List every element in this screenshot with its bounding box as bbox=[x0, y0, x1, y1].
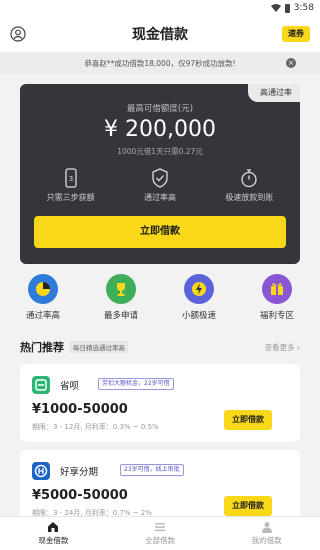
user-icon[interactable] bbox=[10, 26, 26, 42]
quick-link-label: 最多申请 bbox=[103, 311, 138, 321]
product-name: 好享分期 bbox=[60, 467, 99, 478]
quick-link-label: 小额极速 bbox=[181, 311, 216, 321]
home-icon bbox=[48, 522, 59, 532]
battery-icon bbox=[284, 3, 290, 13]
page-title: 现金借款 bbox=[132, 27, 188, 43]
title-bar: 现金借款 速券 bbox=[0, 16, 320, 52]
gift-icon bbox=[262, 274, 292, 304]
tab-cash-loan[interactable]: 现金借款 bbox=[13, 517, 93, 550]
trophy-icon bbox=[106, 274, 136, 304]
quick-link-most-applied[interactable]: 最多申请 bbox=[86, 274, 156, 326]
product-logo bbox=[32, 462, 50, 480]
feature-label: 极速放款到账 bbox=[225, 193, 274, 202]
svg-text:3: 3 bbox=[68, 175, 72, 183]
tab-label: 全部借款 bbox=[144, 536, 175, 545]
hot-recommend-header: 热门推荐 每日精选通过率高 查看更多 › bbox=[20, 339, 300, 355]
notice-text: 恭喜赵**成功借款18,000，仅97秒成功放款! bbox=[84, 58, 236, 68]
quick-link-small-fast[interactable]: 小额极速 bbox=[164, 274, 234, 326]
product-borrow-button[interactable]: 立即借款 bbox=[224, 496, 272, 516]
feature-label: 通过率高 bbox=[143, 193, 176, 202]
status-bar: 3:58 bbox=[0, 0, 320, 16]
shield-check-icon bbox=[152, 168, 168, 188]
feature-item: 极速放款到账 bbox=[209, 168, 289, 203]
product-range: ¥1000-50000 bbox=[32, 402, 128, 417]
feature-item: 通过率高 bbox=[120, 168, 200, 203]
tab-label: 现金借款 bbox=[38, 536, 69, 545]
tab-all-loans[interactable]: 全部借款 bbox=[120, 517, 200, 550]
stopwatch-icon bbox=[241, 169, 257, 188]
section-title: 热门推荐 bbox=[20, 341, 64, 354]
lightning-icon bbox=[184, 274, 214, 304]
approval-badge: 高通过率 bbox=[248, 84, 300, 102]
credit-card: 高通过率 最高可借额度(元) ¥ 200,000 1000元借1天只需0.27元… bbox=[20, 84, 300, 264]
product-logo bbox=[32, 376, 50, 394]
bottom-tab-bar: 现金借款 全部借款 我的借款 bbox=[0, 516, 320, 550]
phone-icon: 3 bbox=[65, 168, 77, 188]
amount-label: 最高可借额度(元) bbox=[126, 104, 194, 114]
list-icon bbox=[154, 523, 165, 532]
tab-my-loans[interactable]: 我的借款 bbox=[227, 517, 307, 550]
gauge-icon bbox=[28, 274, 58, 304]
product-tag: 23岁可借，线上审批 bbox=[120, 464, 184, 476]
product-card[interactable]: 省呗 劳扣大额机金，22岁可借 ¥1000-50000 期限：3 - 12月, … bbox=[20, 364, 300, 442]
amount-value: ¥ 200,000 bbox=[104, 117, 216, 142]
wifi-icon bbox=[270, 4, 281, 12]
quick-link-label: 福利专区 bbox=[259, 311, 294, 321]
close-icon[interactable]: × bbox=[286, 58, 296, 68]
quick-links: 通过率高 最多申请 小额极速 福利专区 bbox=[0, 274, 320, 326]
feature-item: 3 只需三步获额 bbox=[31, 168, 111, 203]
borrow-now-button[interactable]: 立即借款 bbox=[34, 216, 286, 248]
notice-bar: 恭喜赵**成功借款18,000，仅97秒成功放款! × bbox=[0, 52, 320, 74]
tab-label: 我的借款 bbox=[251, 536, 282, 545]
product-range: ¥5000-50000 bbox=[32, 488, 128, 503]
status-time: 3:58 bbox=[293, 3, 314, 13]
feature-list: 3 只需三步获额 通过率高 极速放款到账 bbox=[20, 168, 300, 203]
person-icon bbox=[261, 522, 272, 533]
feature-label: 只需三步获额 bbox=[46, 193, 95, 202]
section-tag: 每日精选通过率高 bbox=[70, 341, 128, 353]
quick-link-label: 通过率高 bbox=[25, 311, 60, 321]
product-borrow-button[interactable]: 立即借款 bbox=[224, 410, 272, 430]
amount-subtext: 1000元借1天只需0.27元 bbox=[117, 147, 203, 156]
view-more-link[interactable]: 查看更多 › bbox=[265, 342, 300, 353]
product-tag: 劳扣大额机金，22岁可借 bbox=[98, 378, 174, 390]
quick-link-benefits[interactable]: 福利专区 bbox=[242, 274, 312, 326]
coupon-button[interactable]: 速券 bbox=[282, 26, 310, 42]
quick-link-pass-rate[interactable]: 通过率高 bbox=[8, 274, 78, 326]
product-desc: 期限：3 - 12月, 月利率：0.3% ~ 0.5% bbox=[32, 423, 159, 431]
product-name: 省呗 bbox=[60, 381, 80, 392]
